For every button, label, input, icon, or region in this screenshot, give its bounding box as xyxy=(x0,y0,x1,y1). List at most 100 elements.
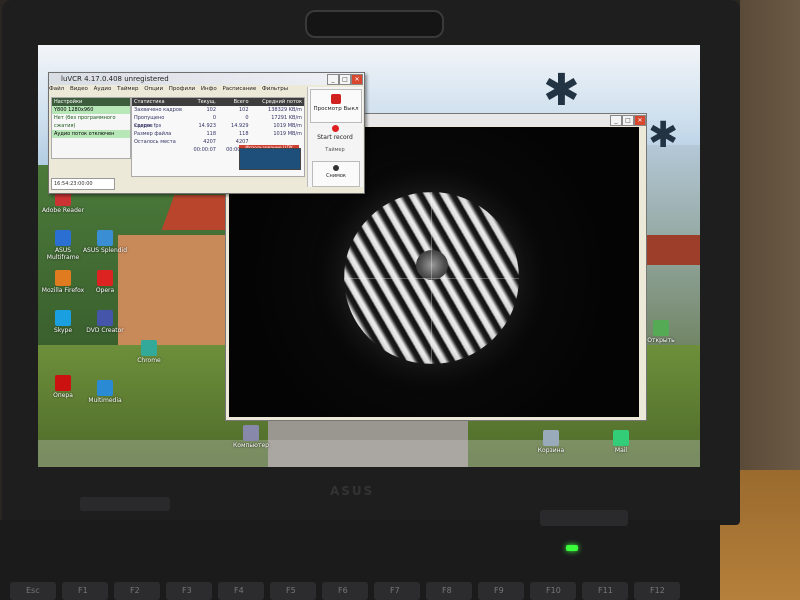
menu-item[interactable]: Аудио xyxy=(94,86,112,92)
settings-row[interactable]: Аудио поток отключен xyxy=(52,130,130,138)
webcam-slot xyxy=(305,10,444,38)
desktop-icon[interactable]: Chrome xyxy=(126,340,172,364)
stats-cell: Пропущено кадров xyxy=(134,115,165,129)
menu-item[interactable]: Инфо xyxy=(201,86,217,92)
menu-item[interactable]: Опции xyxy=(144,86,163,92)
desktop-icon-label: Chrome xyxy=(137,357,161,364)
stats-cell: 17291 KB/m xyxy=(271,115,302,121)
app-icon xyxy=(55,230,71,246)
menu-item[interactable]: Расписание xyxy=(222,86,256,92)
desktop-icon-label: Mail xyxy=(614,447,628,454)
settings-header: Настройки xyxy=(52,98,130,106)
cpu-graph xyxy=(239,148,301,170)
key-label: F9 xyxy=(494,586,504,595)
preview-toggle-button[interactable]: Просмотр Выкл xyxy=(310,89,362,123)
desktop-icon-label: DVD Creator xyxy=(86,327,124,334)
stats-header-row: Статистика Текущ. Всего Средний поток xyxy=(132,98,304,106)
stats-cell: 14.929 xyxy=(231,123,249,129)
window-title: luVCR 4.17.0.408 unregistered xyxy=(61,75,169,83)
stats-cell xyxy=(132,146,185,154)
settings-row[interactable]: Нет (без программного xyxy=(52,114,130,122)
menu-item[interactable]: Видео xyxy=(70,86,88,92)
desktop-icon[interactable]: Корзина xyxy=(528,430,574,454)
menu-item[interactable]: Профили xyxy=(169,86,195,92)
laptop-photo: ASUS Esc F1 F2 F3 F4 F5 F6 F7 F8 F9 F10 F11 F12 ✱ ✱ … xyxy=(0,0,800,600)
stats-header: Текущ. xyxy=(197,99,216,105)
desktop-icon-label: ASUS Splendid xyxy=(82,247,128,254)
snapshot-button[interactable]: Снимок xyxy=(312,161,360,187)
close-icon[interactable]: ✕ xyxy=(634,115,646,126)
preview-label: Просмотр Выкл xyxy=(313,106,359,112)
app-icon xyxy=(97,230,113,246)
close-icon[interactable]: ✕ xyxy=(351,74,363,85)
brand-logo: ASUS xyxy=(330,484,375,498)
timer-label[interactable]: Таймер xyxy=(312,147,358,153)
menu-item[interactable]: Фильтры xyxy=(262,86,288,92)
key-label: F5 xyxy=(286,586,296,595)
desktop-icon[interactable]: Multimedia xyxy=(82,380,128,404)
preview-icon xyxy=(331,94,341,104)
desktop-icon[interactable]: DVD Creator xyxy=(82,310,128,334)
stats-cell: 118 xyxy=(206,131,216,137)
hinge-left xyxy=(80,497,170,511)
key-label: F10 xyxy=(546,586,561,595)
desktop-icon[interactable]: Skype xyxy=(40,310,86,334)
maximize-icon[interactable]: □ xyxy=(622,115,634,126)
key-label: F4 xyxy=(234,586,244,595)
luvcr-titlebar[interactable]: luVCR 4.17.0.408 unregistered _ □ ✕ xyxy=(49,73,364,85)
stats-cell: 138329 KB/m xyxy=(268,107,302,113)
minimize-icon[interactable]: _ xyxy=(610,115,622,126)
desktop-icon-label: Корзина xyxy=(537,447,565,454)
hinge-right xyxy=(540,510,628,526)
key-label: F3 xyxy=(182,586,192,595)
stats-cell: 4207 xyxy=(203,139,216,145)
record-icon xyxy=(331,125,339,132)
time-field[interactable]: 16:54:23:00:00 xyxy=(51,178,115,190)
app-icon xyxy=(55,375,71,391)
minimize-icon[interactable]: _ xyxy=(327,74,339,85)
desktop-icon-label: Компьютер xyxy=(233,442,269,449)
desktop-icon-label: Открыть xyxy=(647,337,675,344)
stats-header: Статистика xyxy=(134,99,165,105)
desktop-icon[interactable]: Mail xyxy=(598,430,644,454)
app-icon xyxy=(141,340,157,356)
key-label: F8 xyxy=(442,586,452,595)
stats-cell: 102 xyxy=(238,107,249,113)
desktop-icon-label: Opera xyxy=(95,287,115,294)
desktop-icon[interactable]: Mozilla Firefox xyxy=(40,270,86,294)
maximize-icon[interactable]: □ xyxy=(339,74,351,85)
desktop-icon[interactable]: Компьютер xyxy=(228,425,274,449)
camera-icon xyxy=(333,165,339,171)
app-icon xyxy=(97,310,113,326)
desktop-icon[interactable]: Opera xyxy=(82,270,128,294)
app-icon xyxy=(653,320,669,336)
menu-item[interactable]: Файл xyxy=(49,86,64,92)
desktop-icon-label: Skype xyxy=(53,327,73,334)
menu-item[interactable]: Таймер xyxy=(117,86,138,92)
stats-cell: 1019 MB/m xyxy=(273,131,302,137)
palm-icon: ✱ xyxy=(648,115,679,156)
desktop-icon-label: Опера xyxy=(53,392,73,399)
stats-row: Пропущено кадров 0 0 17291 KB/m xyxy=(132,114,304,129)
key-label: F1 xyxy=(78,586,88,595)
desktop-icon-label: Mozilla Firefox xyxy=(41,287,85,294)
settings-row[interactable]: Y800 1280x960 xyxy=(52,106,130,114)
stats-cell: 118 xyxy=(238,131,249,137)
key-label: F11 xyxy=(598,586,613,595)
desktop-icon-label: Multimedia xyxy=(88,397,122,404)
key-label: F2 xyxy=(130,586,140,595)
stats-cell: 00:00:07 xyxy=(193,147,216,153)
desktop-icon[interactable]: Опера xyxy=(40,375,86,399)
menu-bar: Файл Видео Аудио Таймер Опции Профили Ин… xyxy=(49,86,299,96)
stats-row: Размер файла 118 118 1019 MB/m xyxy=(132,130,304,138)
start-record-label: Start record xyxy=(317,134,353,141)
key-label: Esc xyxy=(26,586,40,595)
snapshot-label: Снимок xyxy=(326,173,346,179)
desktop-icon[interactable]: ASUS Splendid xyxy=(82,230,128,254)
settings-row[interactable]: сжатия) xyxy=(52,122,130,130)
stats-cell: Размер файла xyxy=(134,131,172,137)
app-icon xyxy=(613,430,629,446)
stats-cell: Средн. fps xyxy=(134,123,162,129)
stats-cell: Осталось места xyxy=(134,139,176,145)
desktop-icon[interactable]: ASUS Multiframe xyxy=(40,230,86,261)
